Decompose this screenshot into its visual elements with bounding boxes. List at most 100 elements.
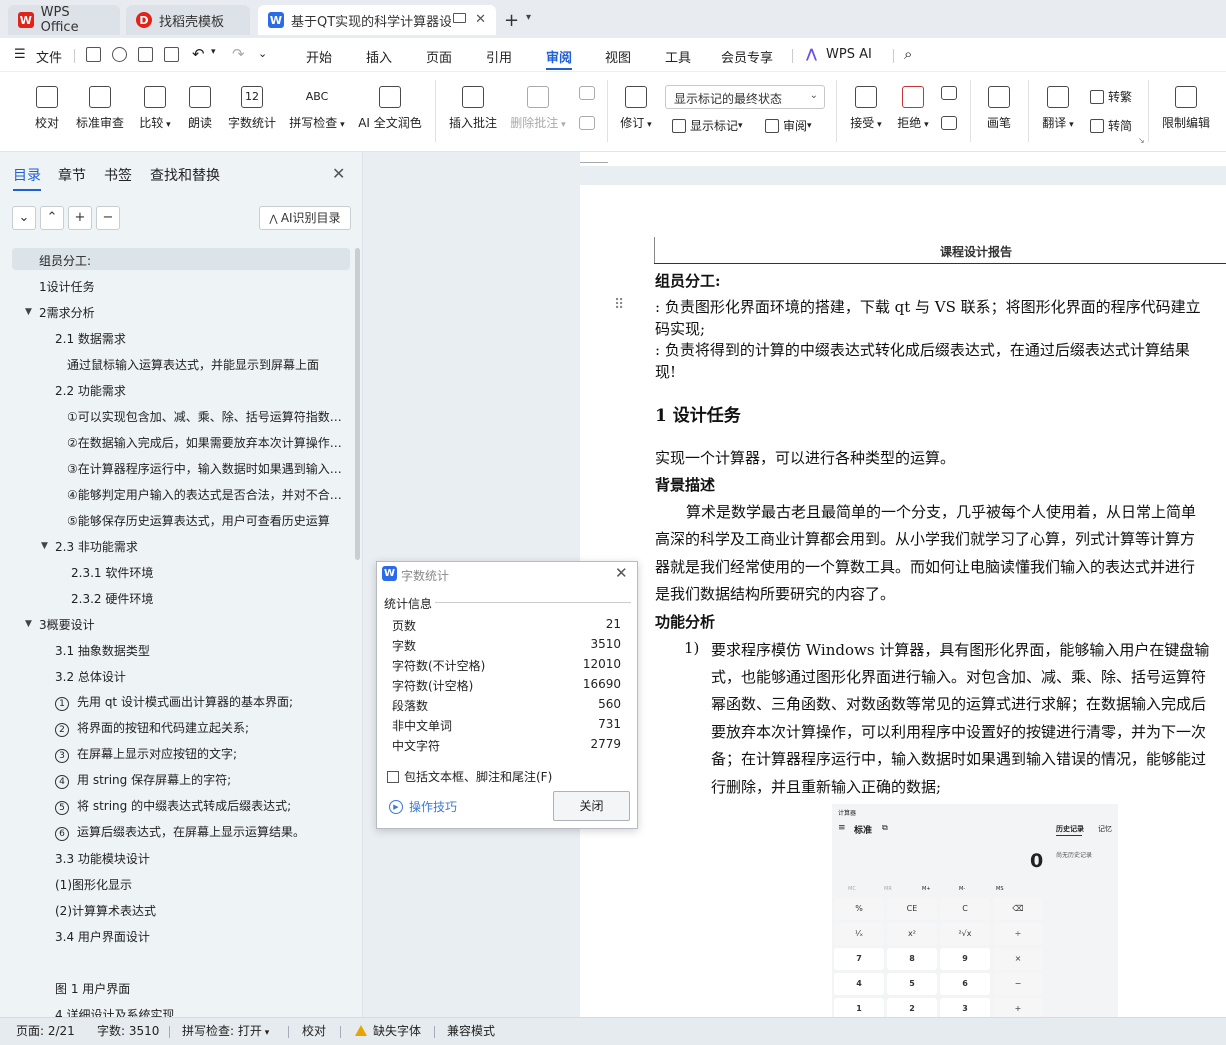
toc-item[interactable]: ⑤能够保存历史运算表达式，用户可查看历史运算: [67, 512, 347, 529]
nav-tab-find-replace[interactable]: 查找和替换: [150, 165, 220, 185]
nav-tab-bookmarks[interactable]: 书签: [104, 165, 132, 185]
close-tab-icon[interactable]: ✕: [475, 12, 486, 27]
next-comment-button[interactable]: [577, 116, 597, 136]
to-traditional-button[interactable]: 转繁: [1090, 88, 1132, 105]
new-tab-icon[interactable]: +: [504, 10, 519, 31]
toc-item[interactable]: ①可以实现包含加、减、乘、除、括号运算符指数函数、三角函数: [67, 408, 347, 425]
ai-recognize-toc-button[interactable]: ⋀ AI识别目录: [259, 206, 351, 230]
translate-button[interactable]: 翻译 ▾: [1038, 86, 1078, 131]
tab-document[interactable]: W 基于QT实现的科学计算器设计 ✕: [258, 5, 496, 35]
reject-button[interactable]: 拒绝 ▾: [893, 86, 933, 131]
toc-item[interactable]: 4 用 string 保存屏幕上的字符;: [55, 771, 231, 789]
compare-button[interactable]: 比较 ▾: [135, 86, 175, 131]
toc-item[interactable]: (1)图形化显示: [55, 876, 132, 893]
chevron-down-icon[interactable]: ▾: [211, 47, 216, 57]
markup-display-select[interactable]: 显示标记的最终状态 ⌄: [665, 85, 825, 109]
toc-item[interactable]: 2需求分析: [39, 304, 95, 321]
print-preview-icon[interactable]: [164, 47, 179, 62]
more-chevron-icon[interactable]: ⌄: [258, 47, 267, 60]
chevron-down-icon[interactable]: ▾: [526, 12, 531, 23]
to-simplified-button[interactable]: 转简: [1090, 117, 1132, 134]
toc-item[interactable]: 组员分工:: [12, 248, 350, 270]
toc-item[interactable]: 2.1 数据需求: [55, 330, 126, 347]
delete-comment-button[interactable]: 删除批注 ▾: [507, 86, 569, 131]
nav-tab-toc[interactable]: 目录: [13, 165, 41, 185]
toc-item[interactable]: ②在数据输入完成后，如果需要放弃本次计算操作，可以利用程序: [67, 434, 347, 451]
toc-item[interactable]: (2)计算算术表达式: [55, 902, 156, 919]
remove-heading-button[interactable]: −: [96, 206, 120, 230]
hamburger-icon[interactable]: ☰: [14, 47, 26, 62]
monitor-icon[interactable]: [453, 13, 466, 23]
menu-home[interactable]: 开始: [306, 47, 332, 66]
search-icon[interactable]: ⌕: [904, 45, 912, 63]
toc-item[interactable]: 2.2 功能需求: [55, 382, 126, 399]
add-heading-button[interactable]: +: [68, 206, 92, 230]
close-icon[interactable]: ✕: [615, 564, 628, 582]
toc-item[interactable]: 图 1 用户界面: [55, 980, 130, 997]
menu-view[interactable]: 视图: [605, 47, 631, 66]
toc-item[interactable]: 3.3 功能模块设计: [55, 850, 150, 867]
share-icon[interactable]: [112, 47, 127, 62]
menu-references[interactable]: 引用: [486, 47, 512, 66]
next-change-button[interactable]: [939, 116, 959, 136]
tips-link[interactable]: ▶ 操作技巧: [389, 798, 457, 815]
compat-mode-indicator[interactable]: 兼容模式: [447, 1022, 495, 1039]
toc-item[interactable]: 3.2 总体设计: [55, 668, 126, 685]
caret-down-icon[interactable]: ▼: [25, 307, 32, 317]
checkbox-box[interactable]: [387, 770, 399, 783]
page-indicator[interactable]: 页面: 2/21: [16, 1022, 75, 1039]
include-textbox-checkbox[interactable]: 包括文本框、脚注和尾注(F): [387, 768, 552, 785]
ink-button[interactable]: 画笔: [984, 86, 1014, 131]
toc-item[interactable]: 3.4 用户界面设计: [55, 928, 150, 945]
tab-docer-templates[interactable]: D 找稻壳模板: [126, 5, 250, 35]
toc-item[interactable]: 3 在屏幕上显示对应按钮的文字;: [55, 745, 237, 763]
toc-item[interactable]: 4 详细设计及系统实现: [55, 1006, 174, 1017]
toc-item[interactable]: 2.3.1 软件环境: [71, 564, 153, 581]
restrict-edit-button[interactable]: 限制编辑: [1158, 86, 1214, 131]
close-icon[interactable]: ✕: [332, 164, 345, 183]
prev-comment-button[interactable]: [577, 86, 597, 106]
caret-down-icon[interactable]: ▼: [41, 541, 48, 551]
redo-icon[interactable]: ↷: [232, 45, 245, 63]
proofread-button[interactable]: 校对: [30, 86, 64, 131]
print-icon[interactable]: [138, 47, 153, 62]
missing-font-indicator[interactable]: 缺失字体: [355, 1022, 421, 1039]
menu-insert[interactable]: 插入: [366, 47, 392, 66]
toc-item[interactable]: 2.3.2 硬件环境: [71, 590, 153, 607]
show-markup-button[interactable]: 显示标记 ▾: [672, 117, 743, 134]
track-changes-button[interactable]: 修订 ▾: [616, 86, 656, 131]
menu-tools[interactable]: 工具: [665, 47, 691, 66]
drag-handle-icon[interactable]: ⠿: [614, 297, 624, 313]
ai-polish-button[interactable]: AI 全文润色: [356, 86, 424, 131]
caret-down-icon[interactable]: ▼: [25, 619, 32, 629]
nav-scrollbar[interactable]: [355, 248, 360, 560]
toc-item[interactable]: 2 将界面的按钮和代码建立起关系;: [55, 719, 249, 737]
toc-item[interactable]: 1 先用 qt 设计模式画出计算器的基本界面;: [55, 693, 293, 711]
word-count-button[interactable]: 12 字数统计: [226, 86, 278, 131]
standard-review-button[interactable]: 标准审查: [74, 86, 126, 131]
menu-review[interactable]: 审阅: [546, 47, 572, 66]
prev-change-button[interactable]: [939, 86, 959, 106]
close-button[interactable]: 关闭: [553, 791, 630, 821]
menu-file[interactable]: 文件: [36, 47, 62, 66]
spell-check-button[interactable]: ABC 拼写检查 ▾: [287, 86, 347, 131]
collapse-up-button[interactable]: ⌃: [40, 206, 64, 230]
toc-item[interactable]: ④能够判定用户输入的表达式是否合法，并对不合法的表达式: [67, 486, 347, 503]
toc-item[interactable]: 1设计任务: [39, 278, 95, 295]
group-expand-icon[interactable]: ↘: [1138, 136, 1145, 145]
tab-wps-office[interactable]: W WPS Office: [8, 5, 120, 35]
toc-item[interactable]: 3.1 抽象数据类型: [55, 642, 150, 659]
spell-check-indicator[interactable]: 拼写检查: 打开 ▾: [182, 1022, 269, 1039]
menu-membership[interactable]: 会员专享: [721, 47, 773, 66]
toc-item[interactable]: 5 将 string 的中缀表达式转成后缀表达式;: [55, 797, 291, 815]
undo-icon[interactable]: ↶: [192, 45, 205, 63]
read-aloud-button[interactable]: 朗读: [185, 86, 215, 131]
nav-tab-sections[interactable]: 章节: [58, 165, 86, 185]
toc-item[interactable]: 6 运算后缀表达式，在屏幕上显示运算结果。: [55, 823, 305, 841]
proofread-indicator[interactable]: 校对: [302, 1022, 326, 1039]
save-icon[interactable]: [86, 47, 101, 62]
insert-comment-button[interactable]: 插入批注: [446, 86, 500, 131]
menu-wps-ai[interactable]: WPS AI: [826, 47, 872, 62]
menu-page[interactable]: 页面: [426, 47, 452, 66]
review-pane-button[interactable]: 审阅 ▾: [765, 117, 812, 134]
